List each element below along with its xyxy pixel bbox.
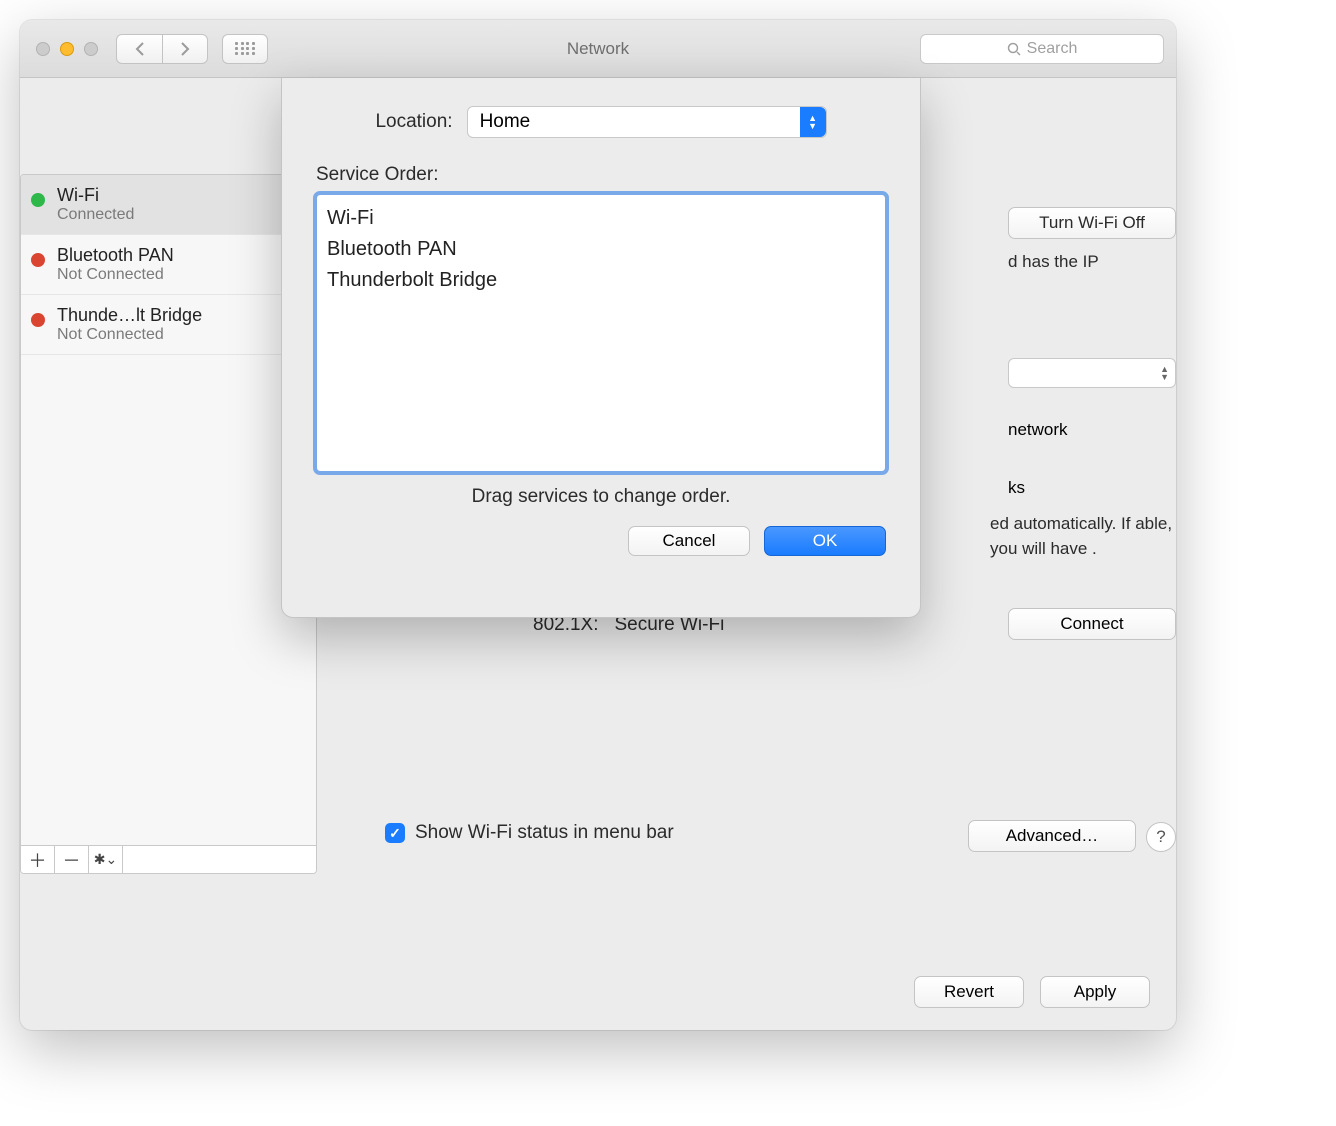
remove-service-button[interactable]: － [55, 846, 89, 873]
status-dot-icon [31, 253, 45, 267]
service-name: Thunde…lt Bridge [57, 305, 304, 326]
detail-fragment-2: ks [1008, 478, 1176, 498]
wifi-off-button[interactable]: Turn Wi-Fi Off [1008, 207, 1176, 239]
advanced-button[interactable]: Advanced… [968, 820, 1136, 852]
status-dot-icon [31, 313, 45, 327]
sidebar-service-item[interactable]: Wi-FiConnected [21, 175, 316, 235]
menubar-checkbox-label: Show Wi-Fi status in menu bar [415, 822, 674, 844]
status-text-fragment: d has the IP [1008, 252, 1176, 272]
sidebar-footer: ＋ － ✱⌄ [21, 845, 316, 873]
sidebar-service-item[interactable]: Bluetooth PANNot Connected [21, 235, 316, 295]
service-order-item[interactable]: Wi-Fi [327, 203, 875, 234]
detail-fragment-1: network [1008, 420, 1176, 440]
checkbox-checked-icon[interactable]: ✓ [385, 823, 405, 843]
add-service-button[interactable]: ＋ [21, 846, 55, 873]
location-row: Location: Home ▲▼ [316, 106, 886, 138]
service-name: Wi-Fi [57, 185, 304, 206]
service-order-label: Service Order: [316, 164, 886, 186]
drag-hint: Drag services to change order. [316, 486, 886, 508]
service-status: Not Connected [57, 266, 304, 284]
service-status: Connected [57, 206, 304, 224]
service-status: Not Connected [57, 326, 304, 344]
service-actions-button[interactable]: ✱⌄ [89, 846, 123, 873]
service-order-item[interactable]: Thunderbolt Bridge [327, 265, 875, 296]
ok-button[interactable]: OK [764, 526, 886, 556]
service-order-item[interactable]: Bluetooth PAN [327, 234, 875, 265]
service-name: Bluetooth PAN [57, 245, 304, 266]
apply-button[interactable]: Apply [1040, 976, 1150, 1008]
status-dot-icon [31, 193, 45, 207]
sidebar-service-item[interactable]: Thunde…lt BridgeNot Connected [21, 295, 316, 355]
network-preferences-window: Network Search Wi-FiConnectedBluetooth P… [20, 20, 1176, 1030]
location-label: Location: [375, 111, 452, 133]
revert-button[interactable]: Revert [914, 976, 1024, 1008]
services-sidebar: Wi-FiConnectedBluetooth PANNot Connected… [20, 174, 317, 874]
window-title: Network [20, 39, 1176, 59]
popup-arrows-icon: ▲▼ [800, 107, 826, 137]
location-popup[interactable]: Home ▲▼ [467, 106, 827, 138]
cancel-button[interactable]: Cancel [628, 526, 750, 556]
menubar-checkbox-row[interactable]: ✓ Show Wi-Fi status in menu bar [385, 822, 674, 844]
service-order-listbox[interactable]: Wi-FiBluetooth PANThunderbolt Bridge [316, 194, 886, 472]
stepper-icon: ▲▼ [1160, 365, 1169, 381]
location-value: Home [480, 111, 531, 133]
service-order-sheet: Location: Home ▲▼ Service Order: Wi-FiBl… [281, 78, 921, 618]
autojoin-text-fragment: ed automatically. If able, you will have… [990, 512, 1176, 561]
window-toolbar: Network Search [20, 20, 1176, 78]
help-button[interactable]: ? [1146, 822, 1176, 852]
network-name-select[interactable]: ▲▼ [1008, 358, 1176, 388]
footer-buttons: Revert Apply [914, 976, 1150, 1008]
connect-button[interactable]: Connect [1008, 608, 1176, 640]
sheet-buttons: Cancel OK [316, 526, 886, 556]
